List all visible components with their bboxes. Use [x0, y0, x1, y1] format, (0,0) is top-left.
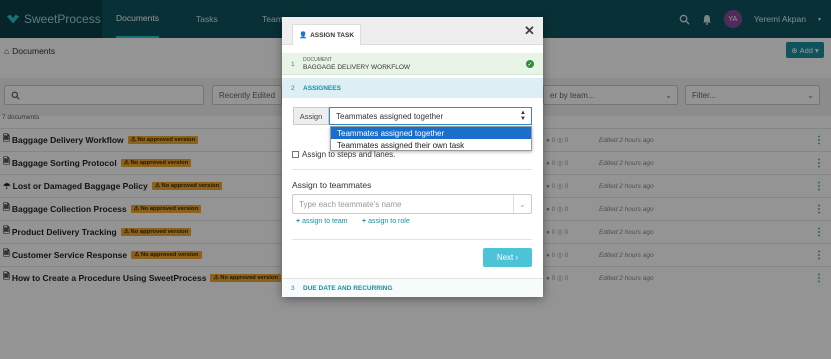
step-number: 3 — [291, 285, 295, 292]
plus-icon: + — [296, 218, 301, 225]
step-label: ASSIGNEES — [303, 85, 341, 92]
modal-header: 👤 ASSIGN TASK ✕ — [282, 17, 543, 45]
user-icon: 👤 — [299, 32, 308, 39]
assign-label: Assign — [293, 107, 329, 125]
assign-to-team-link[interactable]: + assign to team — [296, 218, 348, 225]
assign-mode-select[interactable]: Teammates assigned together ▲ ▼ — [329, 107, 532, 125]
next-button[interactable]: Next › — [483, 248, 532, 267]
checkbox-label: Assign to steps and lanes. — [302, 150, 396, 159]
divider — [292, 169, 532, 170]
step-value: BAGGAGE DELIVERY WORKFLOW — [303, 64, 411, 71]
checkbox[interactable] — [292, 151, 299, 158]
assign-to-role-link[interactable]: + assign to role — [362, 218, 410, 225]
assign-to-role-label: assign to role — [368, 218, 410, 225]
teammates-placeholder: Type each teammate's name — [299, 199, 402, 209]
step-assignees[interactable]: 2 ASSIGNEES — [282, 78, 543, 98]
step-label: DOCUMENT — [303, 57, 332, 63]
dropdown-option[interactable]: Teammates assigned together — [331, 127, 531, 139]
plus-icon: + — [362, 218, 367, 225]
step-label: DUE DATE AND RECURRING — [303, 285, 393, 292]
chevron-right-icon: › — [513, 253, 519, 262]
step-number: 2 — [291, 85, 295, 92]
assign-to-team-label: assign to team — [302, 218, 348, 225]
assign-steps-checkbox-row[interactable]: Assign to steps and lanes. — [292, 150, 395, 159]
step-document[interactable]: 1 DOCUMENT BAGGAGE DELIVERY WORKFLOW ✓ — [282, 53, 543, 75]
step-number: 1 — [291, 61, 295, 68]
teammates-input[interactable]: Type each teammate's name ⌄ — [292, 194, 532, 214]
chevron-down-icon[interactable]: ⌄ — [513, 195, 531, 213]
select-arrows-icon: ▲ ▼ — [520, 110, 526, 122]
next-button-label: Next — [496, 253, 514, 262]
assign-mode-dropdown: Teammates assigned together Teammates as… — [330, 126, 532, 151]
assign-mode-value: Teammates assigned together — [336, 111, 444, 121]
tab-assign-task-label: ASSIGN TASK — [310, 31, 355, 39]
close-icon[interactable]: ✕ — [524, 23, 535, 39]
divider — [292, 239, 532, 240]
assign-task-modal: 👤 ASSIGN TASK ✕ 1 DOCUMENT BAGGAGE DELIV… — [282, 17, 543, 297]
step-due-date[interactable]: 3 DUE DATE AND RECURRING — [282, 278, 543, 297]
tab-assign-task[interactable]: 👤 ASSIGN TASK — [292, 24, 362, 45]
teammates-label: Assign to teammates — [292, 180, 372, 190]
check-icon: ✓ — [526, 60, 534, 68]
